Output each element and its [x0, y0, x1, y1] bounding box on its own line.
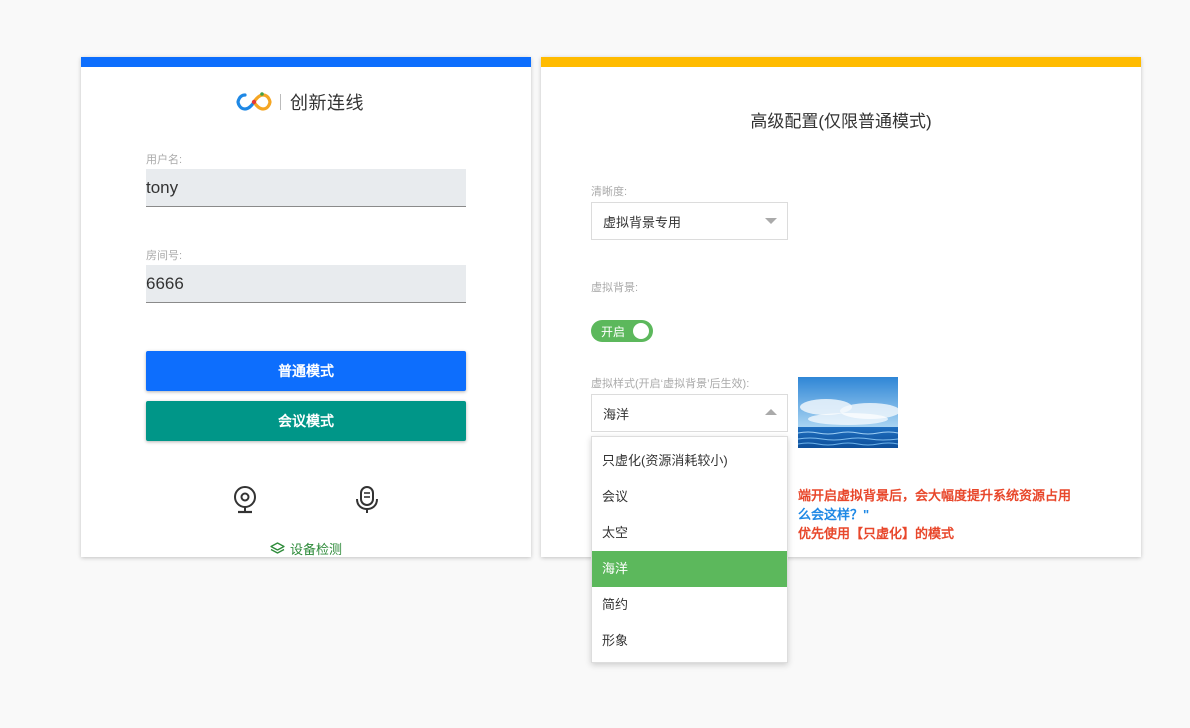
brand-name: 创新连线 [290, 93, 364, 113]
clarity-select-value: 虚拟背景专用 [603, 214, 682, 230]
layers-icon [270, 542, 285, 554]
device-check-link[interactable]: 设备检测 [270, 539, 342, 558]
username-input[interactable] [146, 169, 466, 207]
toggle-knob [633, 323, 649, 339]
clarity-select[interactable]: 虚拟背景专用 [591, 202, 788, 240]
chevron-down-icon [765, 218, 777, 224]
dropdown-option-ocean[interactable]: 海洋 [592, 551, 787, 587]
dropdown-option-meeting[interactable]: 会议 [592, 479, 787, 515]
resource-warning-text: 端开启虚拟背景后，会大幅度提升系统资源占用 [798, 488, 1072, 503]
ocean-background-preview [798, 377, 898, 448]
dropdown-option-avatar[interactable]: 形象 [592, 623, 787, 659]
virtual-style-select[interactable]: 海洋 [591, 394, 788, 432]
blur-recommendation-text: 优先使用【只虚化】的模式 [798, 526, 955, 541]
virtual-style-select-value: 海洋 [603, 406, 630, 422]
camera-icon[interactable] [232, 485, 258, 515]
clarity-label: 清晰度: [591, 186, 628, 198]
device-check-label: 设备检测 [290, 542, 343, 557]
virtual-background-toggle[interactable]: 开启 [591, 320, 653, 342]
chevron-up-icon [765, 409, 777, 415]
login-card: 创新连线 用户名: 房间号: 普通模式 会议模式 设备检测 [81, 57, 531, 557]
infinity-logo-icon [236, 92, 272, 111]
dropdown-option-simple[interactable]: 简约 [592, 587, 787, 623]
normal-mode-button[interactable]: 普通模式 [146, 351, 466, 391]
virtual-style-label: 虚拟样式(开启‘虚拟背景’后生效): [591, 378, 750, 390]
brand-separator [280, 94, 281, 110]
why-link[interactable]: 么会这样？" [798, 504, 869, 523]
virtual-style-dropdown: 只虚化(资源消耗较小) 会议 太空 海洋 简约 形象 [591, 436, 788, 663]
brand-logo: 创新连线 [236, 89, 364, 115]
username-label: 用户名: [146, 154, 183, 166]
microphone-icon[interactable] [354, 485, 380, 515]
advanced-config-title: 高级配置(仅限普通模式) [750, 112, 932, 131]
meeting-mode-button[interactable]: 会议模式 [146, 401, 466, 441]
toggle-label: 开启 [601, 324, 626, 339]
virtual-background-label: 虚拟背景: [591, 282, 639, 294]
room-number-input[interactable] [146, 265, 466, 303]
room-number-label: 房间号: [146, 250, 183, 262]
dropdown-option-blur-only[interactable]: 只虚化(资源消耗较小) [592, 443, 787, 479]
dropdown-option-space[interactable]: 太空 [592, 515, 787, 551]
